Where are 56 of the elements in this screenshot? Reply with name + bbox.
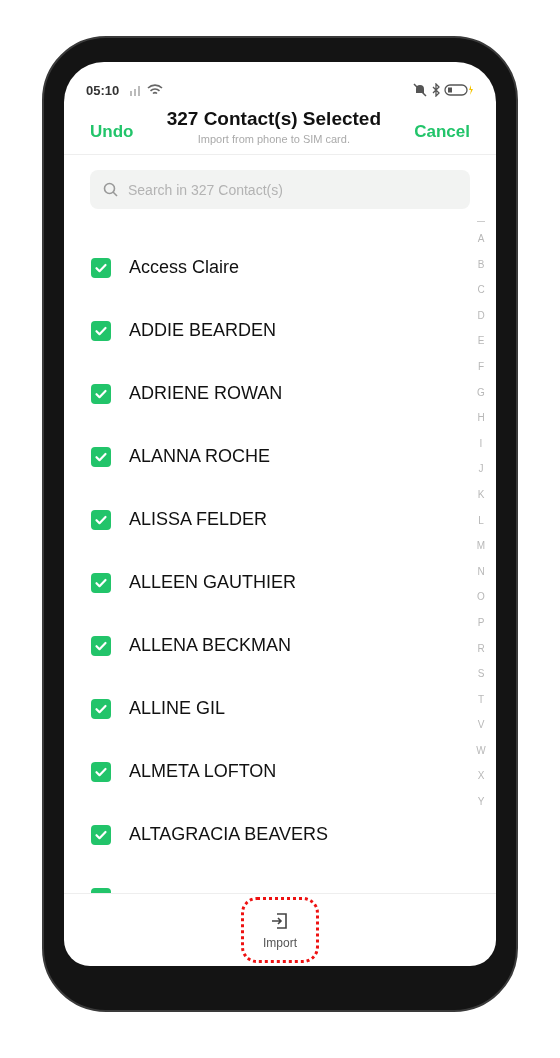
index-letter[interactable]: N [477, 564, 485, 591]
index-letter[interactable]: J [478, 462, 484, 488]
contact-name: Access Claire [129, 257, 240, 278]
import-icon [270, 910, 290, 931]
contact-checkbox[interactable] [91, 320, 111, 341]
index-letter[interactable]: F [477, 359, 485, 386]
contact-name: ALLENA BECKMAN [129, 635, 292, 656]
status-time: 05:10 [86, 82, 120, 98]
contact-name: ALLEEN GAUTHIER [129, 572, 297, 593]
index-letter[interactable]: T [477, 692, 485, 719]
contact-checkbox[interactable] [91, 824, 111, 845]
index-letter[interactable]: X [477, 769, 485, 796]
index-letter[interactable]: B [477, 257, 485, 284]
import-button[interactable]: Import [241, 897, 319, 963]
cancel-button[interactable]: Cancel [414, 122, 470, 142]
index-letter[interactable]: L [478, 513, 484, 540]
index-letter[interactable]: A [477, 232, 485, 258]
contact-checkbox[interactable] [91, 446, 111, 467]
contact-name: ALLINE GIL [129, 698, 226, 719]
index-letter[interactable]: E [477, 334, 485, 360]
contact-checkbox[interactable] [91, 761, 111, 782]
contact-name: ALISSA FELDER [129, 509, 268, 530]
contact-name: ALTAGRACIA BEAVERS [129, 824, 329, 845]
contact-checkbox[interactable] [91, 572, 111, 593]
index-letter[interactable]: P [477, 615, 485, 642]
index-letter[interactable]: K [477, 487, 485, 514]
contact-checkbox[interactable] [91, 383, 111, 404]
contact-checkbox[interactable] [91, 509, 111, 530]
contact-checkbox[interactable] [91, 698, 111, 719]
index-letter[interactable]: M [476, 539, 486, 565]
index-letter[interactable]: W [476, 743, 486, 770]
contact-checkbox[interactable] [91, 257, 111, 278]
index-letter[interactable]: V [477, 718, 485, 744]
index-letter[interactable]: C [477, 283, 485, 309]
index-letter[interactable]: Y [477, 795, 485, 821]
index-dash-icon [477, 221, 485, 222]
contact-name: ADDIE BEARDEN [129, 320, 277, 341]
index-letter[interactable]: G [477, 385, 485, 412]
search-field[interactable]: Search in 327 Contact(s) [90, 170, 470, 209]
contact-name: ADRIENE ROWAN [129, 383, 283, 404]
screen-title: 327 Contact(s) Selected [166, 108, 381, 130]
index-letter[interactable]: R [477, 641, 485, 668]
contact-name: ALANNA ROCHE [129, 446, 271, 467]
contact-checkbox[interactable] [91, 635, 111, 656]
undo-button[interactable]: Undo [90, 122, 134, 142]
bluetooth-icon [432, 83, 440, 97]
wifi-icon [147, 84, 164, 96]
index-letter[interactable]: S [477, 667, 485, 693]
muted-bell-icon [412, 83, 428, 97]
index-letter[interactable]: H [477, 411, 485, 437]
index-letter[interactable]: D [477, 308, 485, 335]
search-icon [103, 182, 118, 197]
index-letter[interactable]: O [477, 590, 485, 616]
battery-icon [444, 83, 474, 97]
contact-name: ALMETA LOFTON [129, 761, 277, 782]
screen-subtitle: Import from phone to SIM card. [197, 133, 350, 145]
